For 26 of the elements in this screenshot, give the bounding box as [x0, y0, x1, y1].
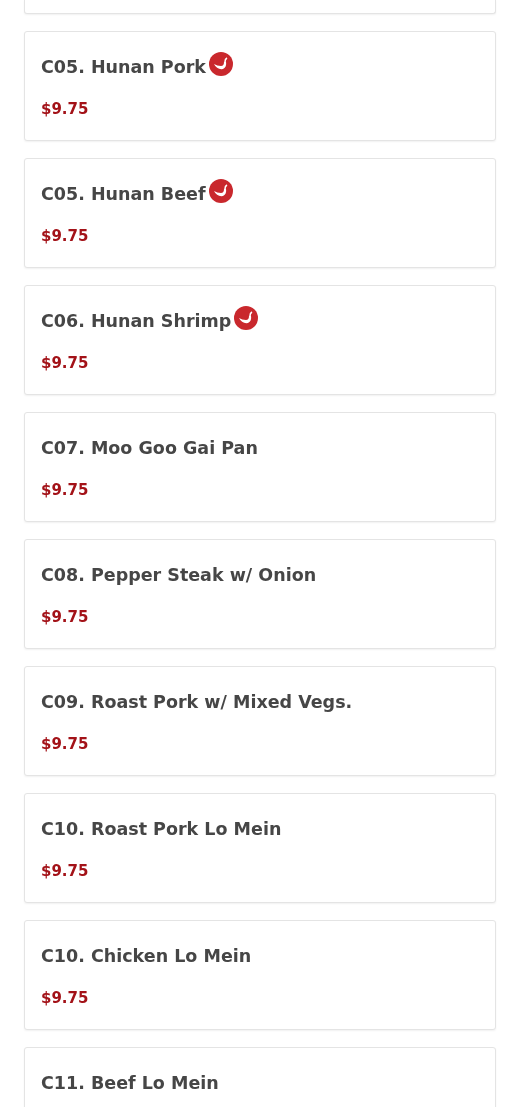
item-price: $9.75 [41, 734, 90, 754]
item-price: $9.75 [41, 861, 90, 881]
item-name: C11. Beef Lo Mein [41, 1072, 219, 1095]
menu-item-card[interactable]: C10. Chicken Lo Mein $9.75 [24, 920, 496, 1030]
item-name: C10. Roast Pork Lo Mein [41, 818, 282, 841]
menu-item-card[interactable]: C07. Moo Goo Gai Pan $9.75 [24, 412, 496, 522]
item-name: C06. Hunan Shrimp [41, 310, 232, 333]
menu-item-card[interactable]: C05. Hunan Beef $9.75 [24, 158, 496, 268]
item-name: C09. Roast Pork w/ Mixed Vegs. [41, 691, 353, 714]
menu-item-card[interactable]: C10. Roast Pork Lo Mein $9.75 [24, 793, 496, 903]
item-price: $9.75 [41, 480, 90, 500]
item-price: $9.75 [41, 99, 90, 119]
item-name: C08. Pepper Steak w/ Onion [41, 564, 317, 587]
item-price: $9.75 [41, 353, 90, 373]
item-name: C10. Chicken Lo Mein [41, 945, 252, 968]
item-price: $9.75 [41, 607, 90, 627]
menu-item-card[interactable]: C05. Hunan Pork $9.75 [24, 31, 496, 141]
menu-item-card[interactable]: C11. Beef Lo Mein [24, 1047, 496, 1107]
item-name: C07. Moo Goo Gai Pan [41, 437, 258, 460]
menu-item-card[interactable]: C08. Pepper Steak w/ Onion $9.75 [24, 539, 496, 649]
menu-item-card[interactable]: C06. Hunan Shrimp $9.75 [24, 285, 496, 395]
item-name: C05. Hunan Beef [41, 183, 206, 206]
item-price: $9.75 [41, 988, 90, 1008]
item-name: C05. Hunan Pork [41, 56, 206, 79]
item-price: $9.75 [41, 226, 90, 246]
menu-item-card[interactable]: C09. Roast Pork w/ Mixed Vegs. $9.75 [24, 666, 496, 776]
